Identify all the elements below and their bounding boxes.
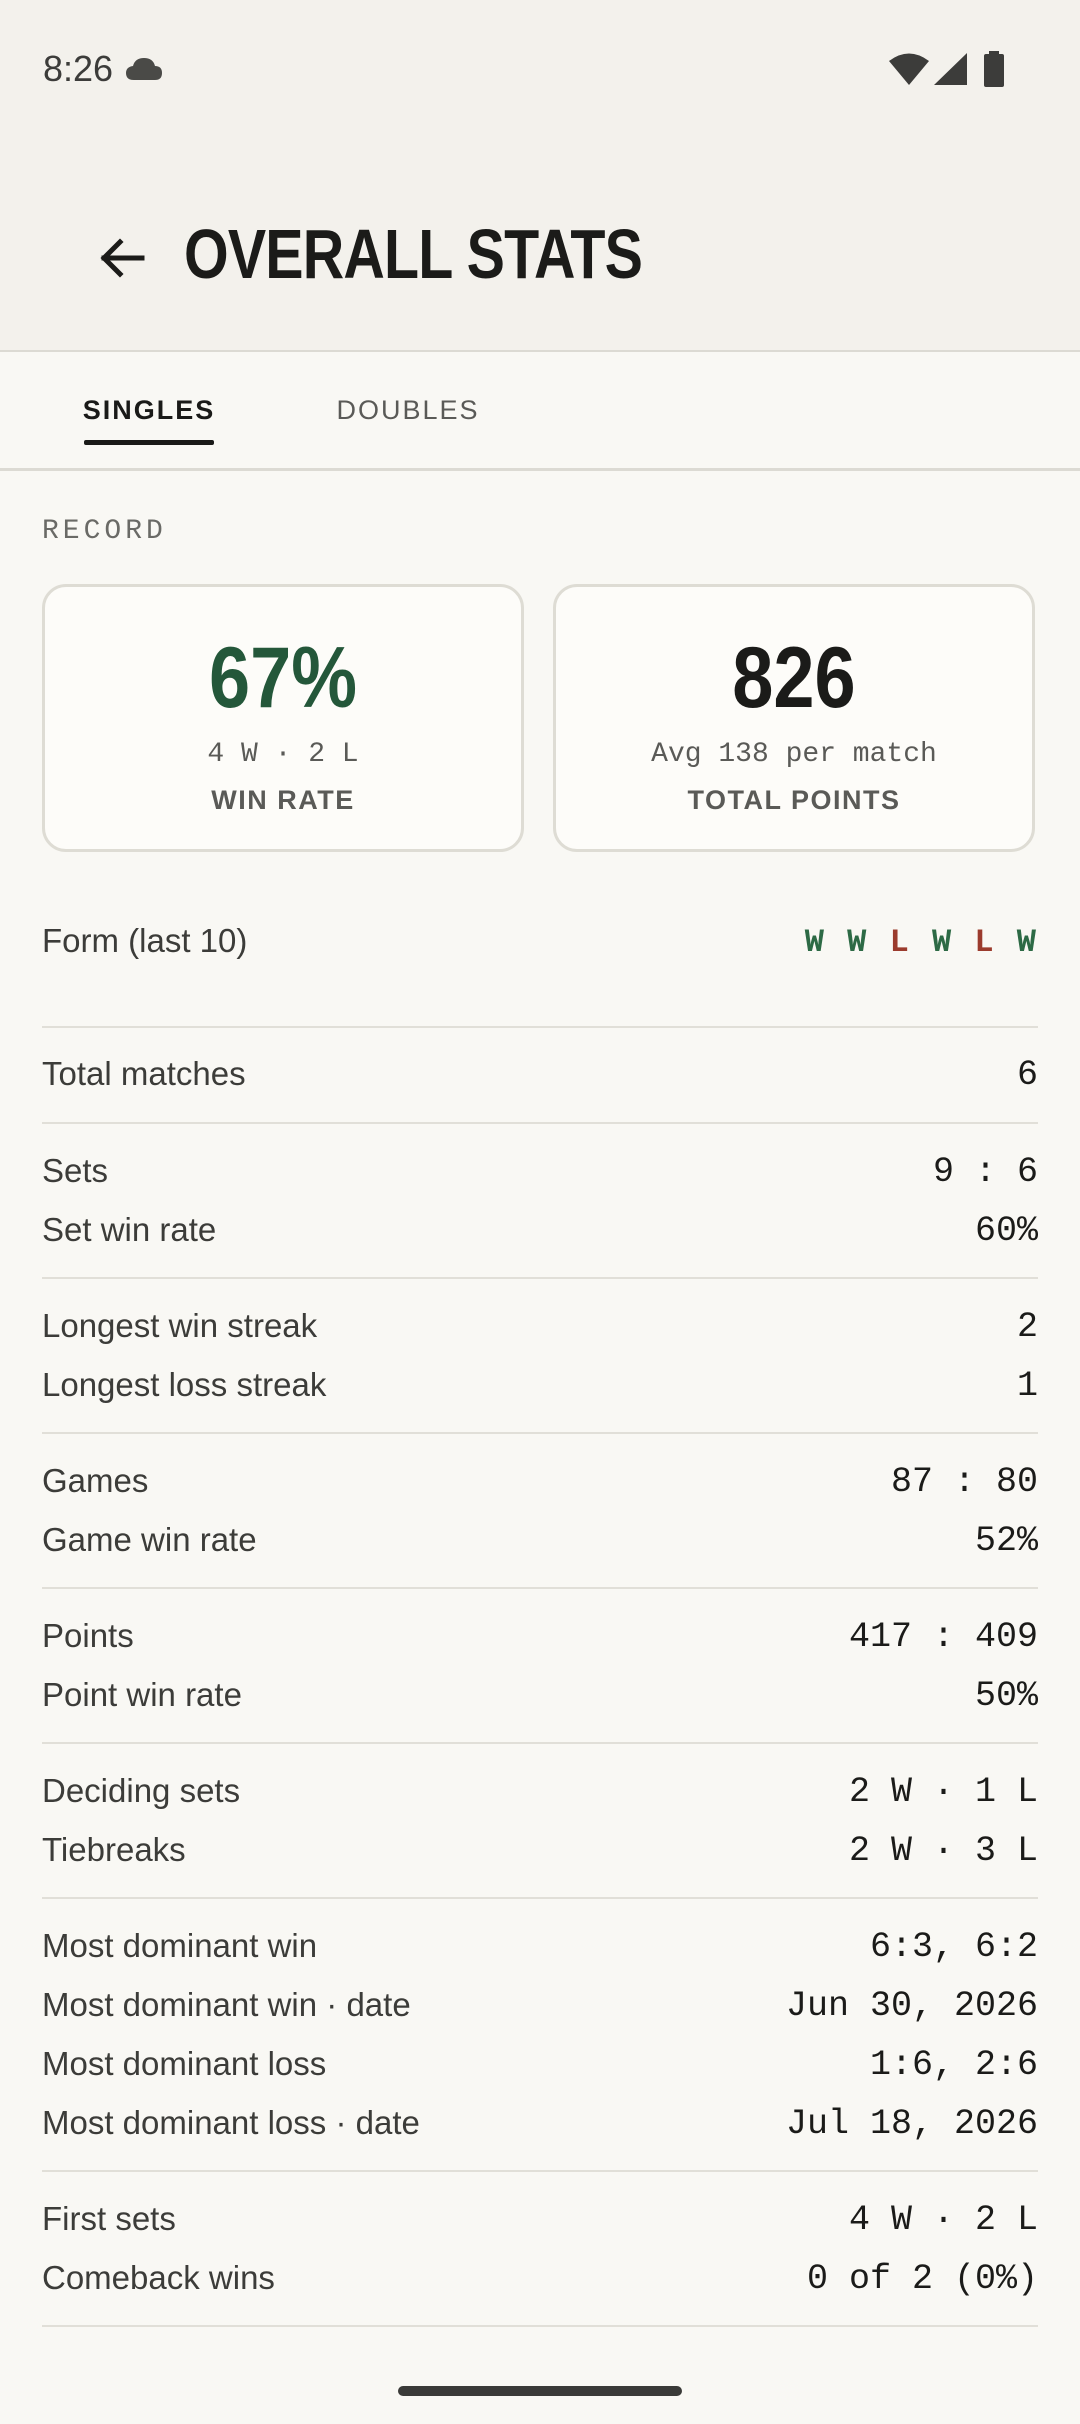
stat-value: 417 : 409 bbox=[848, 1617, 1038, 1657]
stat-value: 2 W · 3 L bbox=[848, 1831, 1038, 1871]
stat-label: Deciding sets bbox=[42, 1772, 241, 1809]
stat-row-longest-win-streak: Longest win streak 2 bbox=[42, 1307, 1038, 1357]
stat-value: 2 W · 1 L bbox=[848, 1772, 1038, 1812]
stat-label: Tiebreaks bbox=[42, 1831, 186, 1868]
signal-icon bbox=[934, 53, 967, 85]
stat-label: Sets bbox=[42, 1152, 109, 1189]
stat-value: Jul 18, 2026 bbox=[785, 2104, 1038, 2144]
stat-label: Game win rate bbox=[42, 1521, 257, 1558]
tab-singles[interactable]: SINGLES bbox=[83, 352, 214, 468]
divider bbox=[42, 1026, 1038, 1028]
form-row: Form (last 10) W W L W L W bbox=[42, 918, 1038, 968]
stat-row-points: Points 417 : 409 bbox=[42, 1617, 1038, 1667]
tab-bar: SINGLES DOUBLES bbox=[0, 352, 1080, 471]
stat-row-games: Games 87 : 80 bbox=[42, 1462, 1038, 1512]
stat-value: 50% bbox=[974, 1676, 1038, 1716]
stat-label: Most dominant loss bbox=[42, 2045, 327, 2082]
divider bbox=[42, 1277, 1038, 1279]
win-loss-record: 4 W · 2 L bbox=[207, 739, 359, 770]
stat-value: 52% bbox=[974, 1521, 1038, 1561]
form-result: L bbox=[889, 924, 911, 961]
back-button[interactable] bbox=[82, 218, 162, 298]
win-rate-value: 67% bbox=[208, 630, 358, 726]
page-title: OVERALL STATS bbox=[184, 215, 643, 293]
stat-value: 1 bbox=[1016, 1366, 1038, 1406]
divider bbox=[42, 1587, 1038, 1589]
status-bar: 8:26 bbox=[0, 0, 1080, 140]
stat-row-most-dominant-win: Most dominant win 6:3, 6:2 bbox=[42, 1927, 1038, 1977]
total-points-caption: TOTAL POINTS bbox=[687, 785, 901, 815]
stat-label: Comeback wins bbox=[42, 2259, 275, 2296]
stat-row-comeback-wins: Comeback wins 0 of 2 (0%) bbox=[42, 2259, 1038, 2309]
stat-label: First sets bbox=[42, 2200, 176, 2237]
arrow-left-icon bbox=[100, 238, 145, 278]
tab-indicator bbox=[84, 440, 214, 445]
form-result: W bbox=[931, 924, 954, 961]
battery-icon bbox=[984, 51, 1004, 87]
stat-row-total-matches: Total matches 6 bbox=[42, 1055, 1038, 1105]
wifi-icon bbox=[889, 53, 929, 85]
stat-value: 60% bbox=[974, 1211, 1038, 1251]
status-time: 8:26 bbox=[43, 48, 114, 89]
stat-label: Most dominant win bbox=[42, 1927, 318, 1964]
stat-value: 6 bbox=[1016, 1055, 1038, 1095]
divider bbox=[42, 2325, 1038, 2327]
stat-row-deciding-sets: Deciding sets 2 W · 1 L bbox=[42, 1772, 1038, 1822]
stat-label: Point win rate bbox=[42, 1676, 242, 1713]
stat-label: Longest loss streak bbox=[42, 1366, 327, 1403]
divider bbox=[42, 1432, 1038, 1434]
total-points-value: 826 bbox=[732, 630, 856, 726]
stat-value: 1:6, 2:6 bbox=[869, 2045, 1038, 2085]
stat-row-most-dominant-win-date: Most dominant win · date Jun 30, 2026 bbox=[42, 1986, 1038, 2036]
stat-value: 2 bbox=[1016, 1307, 1038, 1347]
stat-value: Jun 30, 2026 bbox=[785, 1986, 1038, 2026]
stat-row-first-sets: First sets 4 W · 2 L bbox=[42, 2200, 1038, 2250]
stat-value: 0 of 2 (0%) bbox=[806, 2259, 1038, 2299]
cloud-icon bbox=[126, 58, 162, 80]
stat-row-tiebreaks: Tiebreaks 2 W · 3 L bbox=[42, 1831, 1038, 1881]
stat-row-game-win-rate: Game win rate 52% bbox=[42, 1521, 1038, 1571]
stat-value: 87 : 80 bbox=[890, 1462, 1038, 1502]
stat-label: Most dominant win · date bbox=[42, 1986, 411, 2023]
tab-doubles[interactable]: DOUBLES bbox=[336, 352, 478, 468]
stat-label: Set win rate bbox=[42, 1211, 217, 1248]
stat-label: Total matches bbox=[42, 1055, 246, 1092]
win-rate-caption: WIN RATE bbox=[211, 785, 355, 815]
form-result: W bbox=[1016, 924, 1038, 961]
form-results: W W L W L W bbox=[805, 924, 1038, 961]
form-result: W bbox=[847, 924, 869, 961]
stat-value: 9 : 6 bbox=[932, 1152, 1038, 1192]
avg-points-per-match: Avg 138 per match bbox=[651, 739, 937, 770]
divider bbox=[42, 1897, 1038, 1899]
form-result: L bbox=[974, 924, 996, 961]
stat-label: Points bbox=[42, 1617, 134, 1654]
stat-row-most-dominant-loss-date: Most dominant loss · date Jul 18, 2026 bbox=[42, 2104, 1038, 2154]
stat-row-sets: Sets 9 : 6 bbox=[42, 1152, 1038, 1202]
form-label: Form (last 10) bbox=[42, 922, 248, 959]
win-rate-card: 67% 4 W · 2 L WIN RATE bbox=[42, 584, 524, 852]
stat-row-longest-loss-streak: Longest loss streak 1 bbox=[42, 1366, 1038, 1416]
app-bar: OVERALL STATS bbox=[0, 140, 1080, 352]
divider bbox=[42, 1122, 1038, 1124]
stat-label: Most dominant loss · date bbox=[42, 2104, 420, 2141]
form-result: W bbox=[804, 924, 826, 961]
stat-label: Games bbox=[42, 1462, 149, 1499]
divider bbox=[42, 1742, 1038, 1744]
total-points-card: 826 Avg 138 per match TOTAL POINTS bbox=[553, 584, 1035, 852]
stat-row-most-dominant-loss: Most dominant loss 1:6, 2:6 bbox=[42, 2045, 1038, 2095]
section-label-record: RECORD bbox=[42, 516, 167, 547]
stat-value: 6:3, 6:2 bbox=[869, 1927, 1038, 1967]
divider bbox=[42, 2170, 1038, 2172]
stat-row-point-win-rate: Point win rate 50% bbox=[42, 1676, 1038, 1726]
stat-value: 4 W · 2 L bbox=[848, 2200, 1038, 2240]
home-indicator[interactable] bbox=[398, 2386, 682, 2396]
stat-row-set-win-rate: Set win rate 60% bbox=[42, 1211, 1038, 1261]
stat-label: Longest win streak bbox=[42, 1307, 318, 1344]
